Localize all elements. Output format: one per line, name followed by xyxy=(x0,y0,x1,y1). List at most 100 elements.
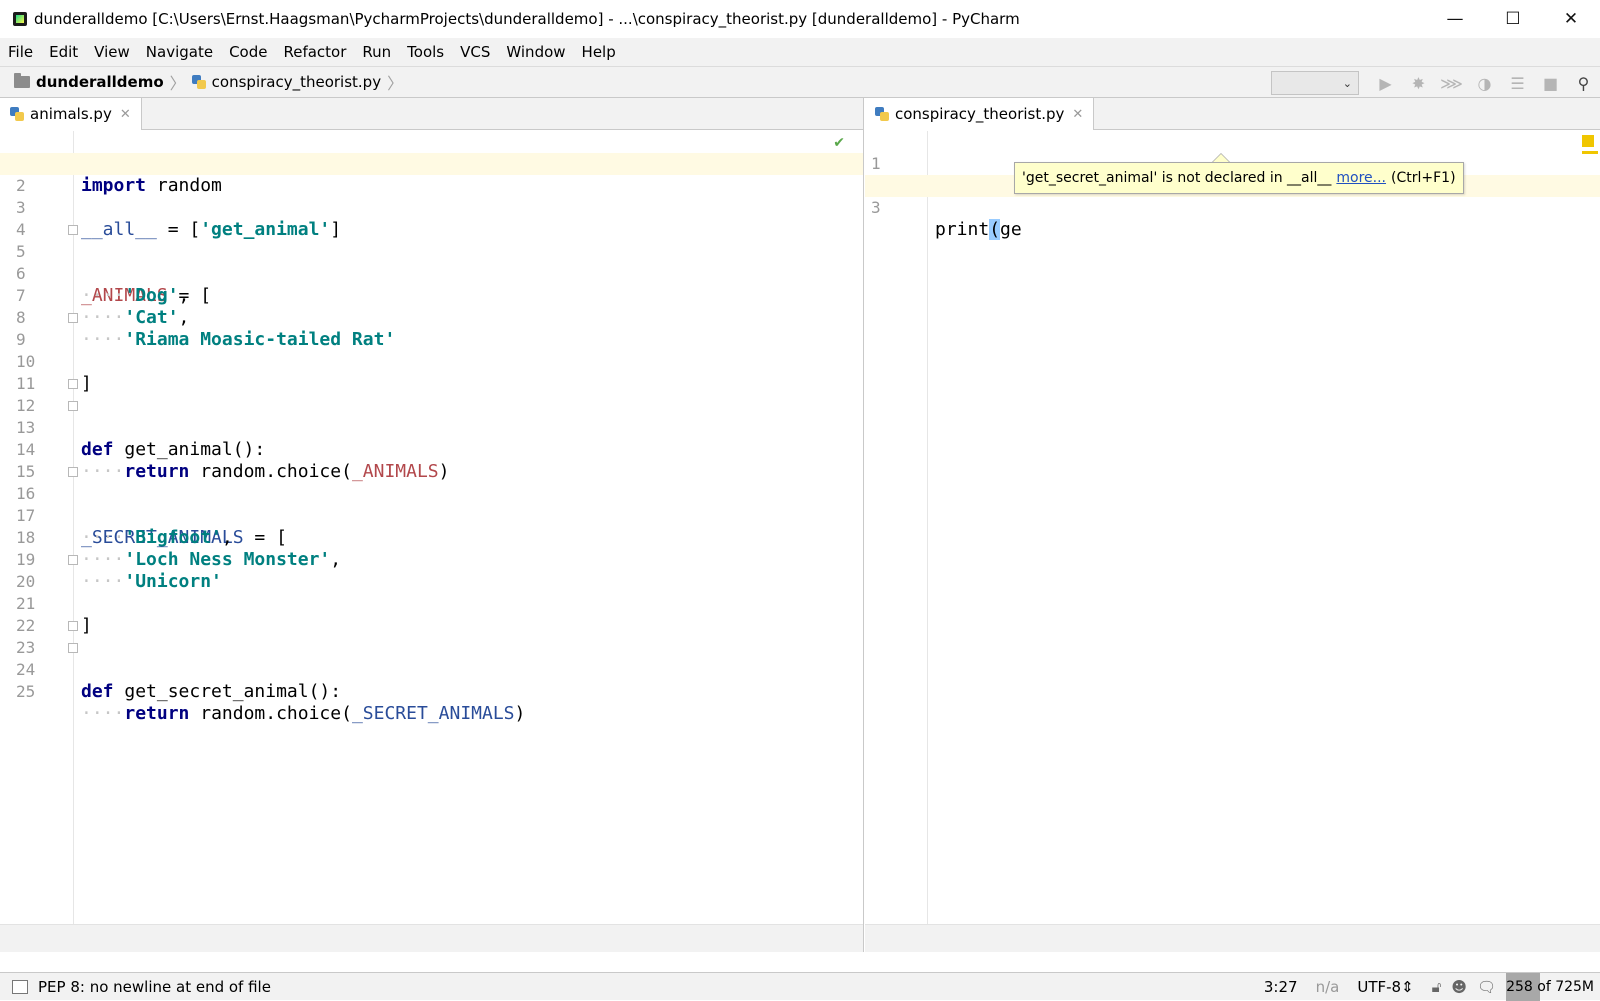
menu-view[interactable]: View xyxy=(94,43,130,61)
fold-icon[interactable] xyxy=(68,225,78,235)
shortcut-hint: (Ctrl+F1) xyxy=(1391,170,1456,186)
inspector-icon[interactable]: ☻ xyxy=(1451,978,1467,996)
caret-position[interactable]: 3:27 xyxy=(1264,978,1298,996)
tooltip-arrow xyxy=(1212,153,1230,162)
fold-icon[interactable] xyxy=(68,555,78,565)
code-line: 12 def get_animal(): xyxy=(0,373,863,460)
menu-vcs[interactable]: VCS xyxy=(460,43,490,61)
code-line: 10 xyxy=(0,329,863,371)
navigation-bar: dunderalldemo 〉 conspiracy_theorist.py 〉… xyxy=(0,66,1600,98)
memory-label: 258 of 725M xyxy=(1506,979,1594,995)
fold-icon[interactable] xyxy=(68,401,78,411)
file-encoding[interactable]: UTF-8⇕ xyxy=(1357,978,1413,996)
breadcrumb-file[interactable]: conspiracy_theorist.py xyxy=(191,73,382,91)
close-icon[interactable]: ✕ xyxy=(1072,107,1083,122)
more-link[interactable]: more... xyxy=(1336,170,1386,186)
code-line: 1 import random xyxy=(0,131,863,196)
play-icon[interactable]: ▶ xyxy=(1369,71,1402,95)
right-tab-bar: conspiracy_theorist.py ✕ xyxy=(865,98,1600,131)
code-editor[interactable]: 1 from animals import get_secret_animal … xyxy=(865,131,1600,924)
code-editor[interactable]: ✔ 1 import random 2 3 __all__ = ['get_an… xyxy=(0,131,863,924)
fold-icon[interactable] xyxy=(68,621,78,631)
horizontal-scrollbar[interactable] xyxy=(865,924,1600,952)
tooltip-message: 'get_secret_animal' is not declared in _… xyxy=(1022,170,1332,186)
matched-paren: ( xyxy=(989,219,1001,240)
status-widgets: 3:27 n/a UTF-8⇕ 🔓︎ ☻ 🗨︎ 258 of 725M xyxy=(1264,973,1600,1001)
memory-indicator[interactable]: 258 of 725M xyxy=(1506,973,1600,1001)
fold-icon[interactable] xyxy=(68,643,78,653)
status-bar: PEP 8: no newline at end of file 3:27 n/… xyxy=(0,972,1600,1001)
menu-run[interactable]: Run xyxy=(362,43,391,61)
run-configuration-dropdown[interactable]: ⌄ xyxy=(1271,71,1359,95)
horizontal-scrollbar[interactable] xyxy=(0,924,863,952)
keyword: return xyxy=(124,703,190,724)
menu-refactor[interactable]: Refactor xyxy=(283,43,346,61)
code-line: 8 ····'Riama Moasic-tailed Rat' xyxy=(0,285,863,350)
menu-navigate[interactable]: Navigate xyxy=(146,43,213,61)
code-text: ) xyxy=(514,703,526,724)
fold-icon[interactable] xyxy=(68,379,78,389)
window-controls: — ☐ ✕ xyxy=(1426,0,1600,38)
tab-animals-py[interactable]: animals.py ✕ xyxy=(0,98,142,131)
python-file-icon xyxy=(10,107,24,121)
close-icon[interactable]: ✕ xyxy=(120,107,131,122)
tab-conspiracy-theorist-py[interactable]: conspiracy_theorist.py ✕ xyxy=(865,98,1095,131)
status-message: PEP 8: no newline at end of file xyxy=(38,977,271,996)
whitespace: ···· xyxy=(81,703,125,724)
concurrency-icon[interactable]: ☰ xyxy=(1501,71,1534,95)
pycharm-logo-icon xyxy=(13,12,27,26)
run-toolbar: ⌄ ▶ ✸ ⋙ ◑ ☰ ■ ⚲ xyxy=(1271,67,1600,99)
profile-icon[interactable]: ◑ xyxy=(1468,71,1501,95)
lock-icon[interactable]: 🔓︎ xyxy=(1432,978,1442,996)
keyword: def xyxy=(81,681,114,702)
code-line: 15 xyxy=(0,439,863,481)
menu-tools[interactable]: Tools xyxy=(407,43,444,61)
coverage-icon[interactable]: ⋙ xyxy=(1435,71,1468,95)
tool-windows-toggle-icon[interactable] xyxy=(12,979,28,994)
menu-edit[interactable]: Edit xyxy=(49,43,78,61)
minimize-button[interactable]: — xyxy=(1426,0,1484,38)
folder-icon xyxy=(14,73,30,88)
inspection-tooltip: 'get_secret_animal' is not declared in _… xyxy=(1014,162,1464,194)
fold-icon[interactable] xyxy=(68,467,78,477)
menu-window[interactable]: Window xyxy=(506,43,565,61)
code-line: 17 ····'Bigfoot', xyxy=(0,483,863,548)
tab-label: conspiracy_theorist.py xyxy=(895,105,1065,123)
menu-bar: File Edit View Navigate Code Refactor Ru… xyxy=(0,38,1600,66)
breadcrumb-separator-icon: 〉 xyxy=(387,74,404,93)
maximize-button[interactable]: ☐ xyxy=(1484,0,1542,38)
python-file-icon xyxy=(191,75,206,89)
line-separator[interactable]: n/a xyxy=(1316,978,1340,996)
code-line: 16 _SECRET_ANIMALS = [ xyxy=(0,461,863,548)
event-log-icon[interactable]: 🗨︎ xyxy=(1477,978,1496,996)
code-line: 11 xyxy=(0,351,863,393)
menu-help[interactable]: Help xyxy=(582,43,616,61)
left-tab-bar: animals.py ✕ xyxy=(0,98,863,131)
variable: _SECRET_ANIMALS xyxy=(351,703,515,724)
code-line: 20 ] xyxy=(0,549,863,636)
window-title: dunderalldemo [C:\Users\Ernst.Haagsman\P… xyxy=(34,10,1020,28)
encoding-label: UTF-8 xyxy=(1357,978,1402,996)
code-line: 23 def get_secret_animal(): xyxy=(0,615,863,702)
stop-icon[interactable]: ■ xyxy=(1534,71,1567,95)
code-text: print xyxy=(935,219,990,240)
breadcrumb-project[interactable]: dunderalldemo xyxy=(0,73,164,91)
menu-file[interactable]: File xyxy=(8,43,33,61)
code-line: 9 ] xyxy=(0,307,863,394)
breadcrumb-separator-icon: 〉 xyxy=(169,74,186,93)
code-text: get_secret_animal(): xyxy=(113,681,342,702)
close-button[interactable]: ✕ xyxy=(1542,0,1600,38)
code-line: 14 xyxy=(0,417,863,459)
chevron-down-icon: ⌄ xyxy=(1342,76,1352,90)
code-line: 6 ····'Dog', xyxy=(0,241,863,306)
left-editor-pane: animals.py ✕ ✔ 1 import random 2 3 __all… xyxy=(0,98,864,952)
title-bar: dunderalldemo [C:\Users\Ernst.Haagsman\P… xyxy=(0,0,1600,38)
breadcrumb-file-label: conspiracy_theorist.py xyxy=(211,73,382,91)
code-line: 22 xyxy=(0,593,863,635)
code-line: 18 ····'Loch Ness Monster', xyxy=(0,505,863,570)
bug-icon[interactable]: ✸ xyxy=(1402,71,1435,95)
code-line: 1 from animals import get_secret_animal xyxy=(865,131,1600,196)
menu-code[interactable]: Code xyxy=(229,43,267,61)
search-icon[interactable]: ⚲ xyxy=(1567,71,1600,95)
fold-icon[interactable] xyxy=(68,313,78,323)
